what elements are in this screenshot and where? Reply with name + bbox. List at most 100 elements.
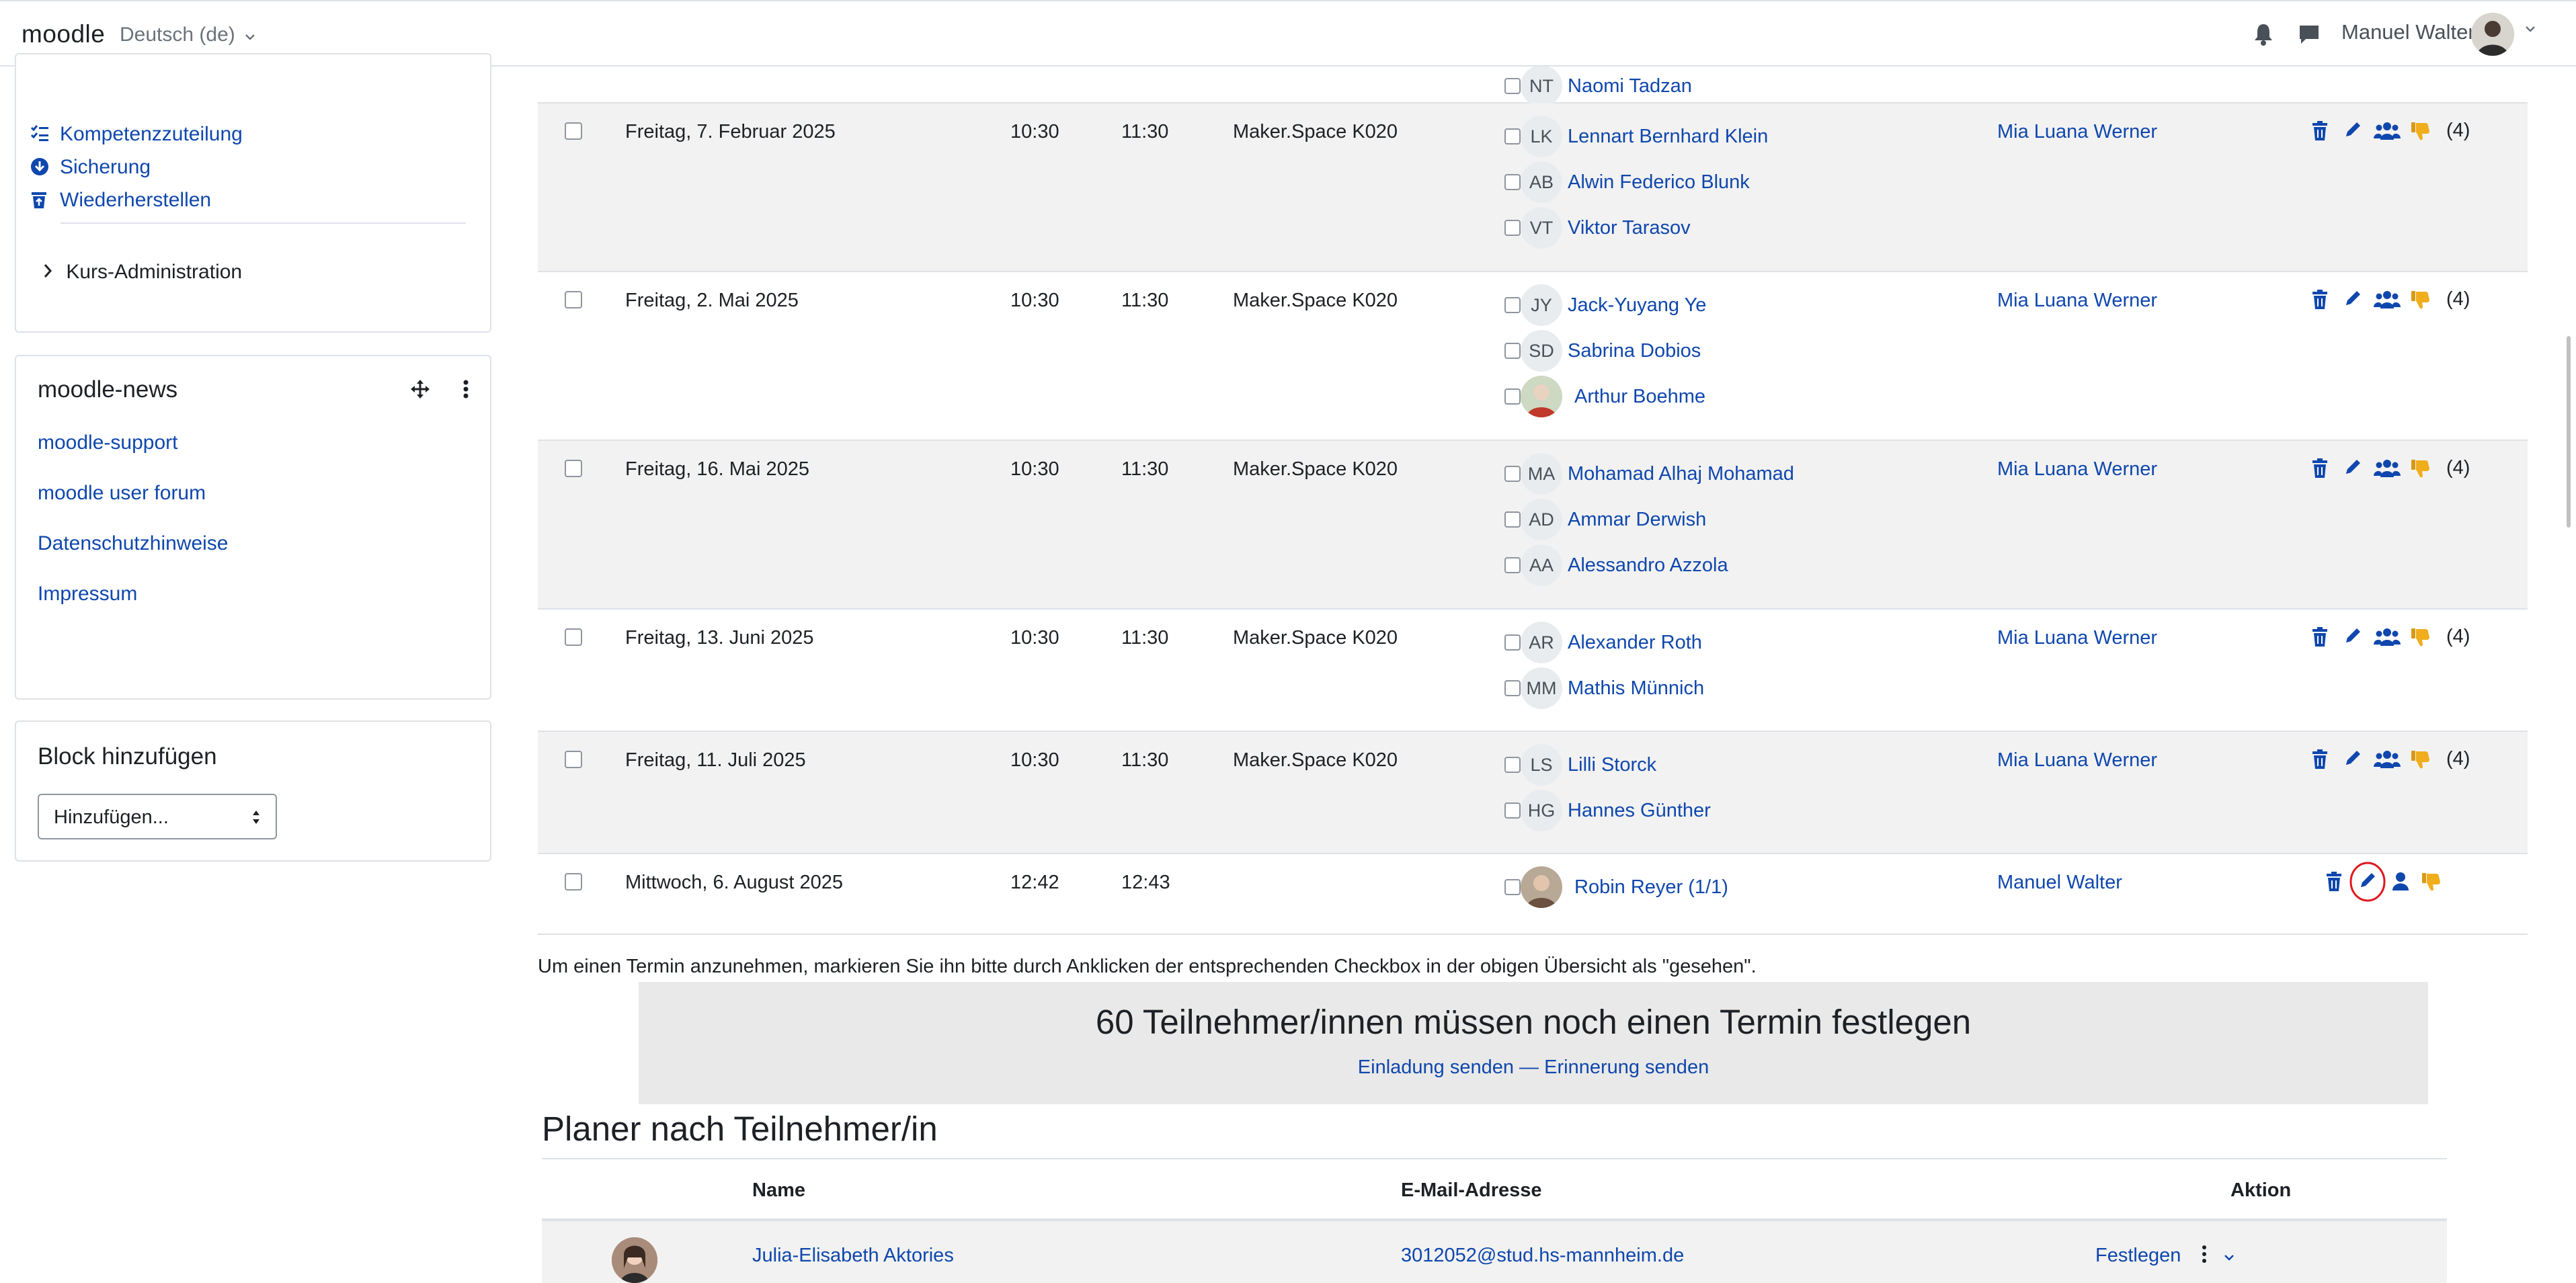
edit-pencil-icon[interactable] (2343, 626, 2362, 649)
seen-checkbox[interactable] (565, 873, 582, 891)
user-name[interactable]: Manuel Walter (2341, 20, 2475, 44)
page-scrollbar[interactable] (2567, 336, 2571, 528)
participant-checkbox[interactable] (1504, 757, 1521, 773)
news-link-impressum[interactable]: Impressum (38, 583, 137, 606)
user-avatar[interactable] (2471, 13, 2514, 56)
news-link-support[interactable]: moodle-support (38, 431, 177, 454)
participant-checkbox[interactable] (1504, 680, 1521, 696)
group-icon[interactable] (2374, 121, 2401, 143)
student-name-link[interactable]: Julia-Elisabeth Aktories (752, 1245, 954, 1267)
thumbs-down-icon[interactable] (2411, 749, 2431, 773)
group-icon[interactable] (2374, 290, 2401, 312)
send-invitation-link[interactable]: Einladung senden (1358, 1057, 1514, 1078)
seen-checkbox[interactable] (565, 291, 582, 308)
seen-checkbox[interactable] (565, 460, 582, 477)
participant-checkbox[interactable] (1504, 220, 1521, 236)
kebab-icon[interactable] (2201, 1245, 2208, 1264)
participant-name-link[interactable]: Viktor Tarasov (1568, 217, 1691, 239)
group-icon[interactable] (2374, 627, 2401, 649)
trash-icon[interactable] (2312, 290, 2328, 313)
participant-checkbox[interactable] (1504, 511, 1521, 528)
trash-icon[interactable] (2312, 749, 2328, 773)
participant-name-link[interactable]: Alwin Federico Blunk (1568, 171, 1750, 194)
send-reminder-link[interactable]: Erinnerung senden (1544, 1057, 1709, 1078)
edit-pencil-icon[interactable] (2349, 862, 2386, 902)
participant-name-link[interactable]: Alessandro Azzola (1568, 554, 1728, 577)
column-email[interactable]: E-Mail-Adresse (1401, 1179, 1542, 1202)
course-admin-toggle[interactable]: Kurs-Administration (43, 261, 242, 284)
teacher-link[interactable]: Mia Luana Werner (1997, 290, 2157, 312)
thumbs-down-icon[interactable] (2411, 458, 2431, 482)
participant-name-link[interactable]: Alexander Roth (1568, 632, 1702, 654)
teacher-link[interactable]: Mia Luana Werner (1997, 121, 2157, 143)
edit-pencil-icon[interactable] (2343, 458, 2362, 480)
move-icon[interactable] (410, 379, 430, 403)
participant-name-link[interactable]: Arthur Boehme (1574, 386, 1705, 408)
person-icon[interactable] (2392, 872, 2409, 894)
participant-checkbox[interactable] (1504, 343, 1521, 359)
bell-icon[interactable] (2253, 23, 2273, 49)
language-menu[interactable]: Deutsch (de) (120, 24, 255, 46)
thumbs-down-icon[interactable] (2411, 290, 2431, 313)
admin-item-sicherung[interactable]: Sicherung (31, 156, 151, 179)
schedule-action[interactable]: Festlegen (2095, 1245, 2235, 1267)
participant-name-link[interactable]: Lennart Bernhard Klein (1568, 126, 1768, 148)
thumbs-down-icon[interactable] (2421, 872, 2442, 895)
chat-bubble-icon[interactable] (2298, 23, 2321, 49)
participant-name-link[interactable]: Hannes Günther (1568, 800, 1711, 822)
admin-item-kompetenzzuteilung[interactable]: Kompetenzzuteilung (30, 123, 243, 146)
news-link-forum[interactable]: moodle user forum (38, 482, 206, 505)
edit-pencil-icon[interactable] (2343, 120, 2362, 142)
moodle-logo[interactable]: moodle (22, 20, 105, 48)
participant-checkbox[interactable] (1504, 466, 1521, 482)
participant-checkbox[interactable] (1504, 388, 1521, 405)
participant-initials-avatar: AB (1521, 161, 1562, 203)
participant-name-link[interactable]: Lilli Storck (1568, 754, 1656, 776)
participant-checkbox[interactable] (1504, 78, 1521, 94)
chevron-down-icon[interactable] (2224, 1253, 2235, 1261)
student-email-link[interactable]: 3012052@stud.hs-mannheim.de (1401, 1245, 1684, 1267)
seen-checkbox[interactable] (565, 751, 582, 768)
participant-photo (1521, 866, 1562, 908)
trash-icon[interactable] (2326, 872, 2342, 895)
participant-checkbox[interactable] (1504, 879, 1521, 895)
edit-pencil-icon[interactable] (2343, 749, 2362, 771)
teacher-link[interactable]: Mia Luana Werner (1997, 627, 2157, 649)
thumbs-down-icon[interactable] (2411, 627, 2431, 651)
user-menu-chevron-icon[interactable] (2525, 24, 2536, 36)
participant-name-link[interactable]: Naomi Tadzan (1568, 75, 1692, 97)
participant-checkbox[interactable] (1504, 297, 1521, 313)
pending-title: 60 Teilnehmer/innen müssen noch einen Te… (1095, 1003, 1972, 1041)
participant-name-link[interactable]: Jack-Yuyang Ye (1568, 294, 1706, 317)
participant-name-link[interactable]: Mathis Münnich (1568, 677, 1704, 700)
teacher-link[interactable]: Mia Luana Werner (1997, 749, 2157, 772)
participant-name-link[interactable]: Sabrina Dobios (1568, 340, 1701, 362)
participant-name-link[interactable]: Mohamad Alhaj Mohamad (1568, 463, 1794, 485)
participant-name-link[interactable]: Robin Reyer (1/1) (1574, 876, 1728, 899)
teacher-link[interactable]: Mia Luana Werner (1997, 458, 2157, 481)
edit-pencil-icon[interactable] (2343, 289, 2362, 311)
seen-checkbox[interactable] (565, 628, 582, 646)
participant-checkbox[interactable] (1504, 634, 1521, 651)
trash-icon[interactable] (2312, 627, 2328, 651)
add-block-select[interactable]: Hinzufügen... (38, 794, 277, 839)
trash-icon[interactable] (2312, 458, 2328, 482)
admin-item-label: Kompetenzzuteilung (60, 123, 243, 145)
group-icon[interactable] (2374, 458, 2401, 481)
teacher-link[interactable]: Manuel Walter (1997, 872, 2122, 894)
block-actions-kebab-icon[interactable] (462, 379, 469, 403)
trash-icon[interactable] (2312, 121, 2328, 144)
participant-initials-avatar: MM (1521, 667, 1562, 709)
seen-checkbox[interactable] (565, 122, 582, 140)
group-icon[interactable] (2374, 749, 2401, 772)
column-name[interactable]: Name (752, 1179, 805, 1202)
admin-item-wiederherstellen[interactable]: Wiederherstellen (32, 189, 211, 212)
participant-checkbox[interactable] (1504, 128, 1521, 144)
news-link-datenschutz[interactable]: Datenschutzhinweise (38, 532, 229, 555)
participant-checkbox[interactable] (1504, 802, 1521, 819)
slot-end: 12:43 (1121, 872, 1170, 893)
participant-checkbox[interactable] (1504, 174, 1521, 190)
participant-checkbox[interactable] (1504, 557, 1521, 573)
participant-name-link[interactable]: Ammar Derwish (1568, 509, 1706, 531)
thumbs-down-icon[interactable] (2411, 121, 2431, 144)
